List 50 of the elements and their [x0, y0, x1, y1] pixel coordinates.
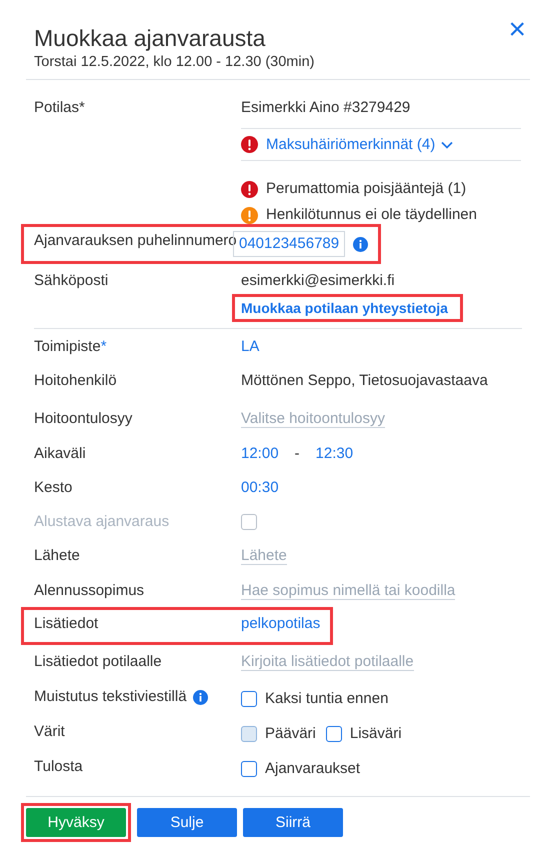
field-label: Muistutus tekstiviestillä	[34, 687, 187, 707]
field-label: Alustava ajanvaraus	[34, 512, 170, 532]
info-icon[interactable]	[353, 236, 368, 252]
checkbox-label: Pääväri	[265, 724, 316, 744]
field-label: Toimipiste*	[34, 337, 107, 357]
field-value-link[interactable]: 00:30	[241, 478, 522, 498]
field-label: Kesto	[34, 478, 72, 498]
checkbox[interactable]	[241, 691, 257, 707]
input-field[interactable]: Kirjoita lisätiedot potilaalle	[241, 653, 414, 671]
start-time[interactable]: 12:00	[241, 444, 279, 464]
input-field[interactable]: Lähete	[241, 547, 287, 565]
dialog-subtitle: Torstai 12.5.2022, klo 12.00 - 12.30 (30min)	[34, 54, 314, 70]
field-label: Sähköposti	[34, 271, 108, 291]
checkbox[interactable]	[241, 761, 257, 777]
field-label: Hoitohenkilö	[34, 371, 117, 391]
action-button[interactable]: Sulje	[137, 808, 237, 837]
error-icon	[241, 136, 258, 153]
info-icon[interactable]	[192, 690, 208, 704]
chevron-down-icon	[441, 140, 454, 148]
input-field[interactable]: Hae sopimus nimellä tai koodilla	[241, 582, 456, 600]
warning-text: Perumattomia poisjääntejä (1)	[266, 179, 466, 199]
payment-dropdown[interactable]: Maksuhäiriömerkinnät (4)	[266, 136, 454, 153]
close-button[interactable]: ×	[508, 18, 526, 42]
checkbox-label: Ajanvaraukset	[265, 759, 360, 779]
field-label: Lisätiedot potilaalle	[34, 652, 162, 672]
email-value: esimerkki@esimerkki.fi	[241, 271, 396, 291]
field-label: Tulosta	[34, 757, 83, 777]
field-label: Lähete	[34, 546, 80, 566]
field-label: Hoitoontulosyy	[34, 409, 132, 429]
field-label: Aikaväli	[34, 444, 86, 464]
checkbox-label: Kaksi tuntia ennen	[265, 689, 388, 709]
time-separator: -	[294, 444, 300, 464]
field-label: Alennussopimus	[34, 581, 144, 601]
end-time[interactable]: 12:30	[316, 444, 354, 464]
checkbox[interactable]	[241, 726, 257, 742]
dialog-title: Muokkaa ajanvarausta	[34, 24, 266, 52]
warning-text: Henkilötunnus ei ole täydellinen	[266, 205, 477, 225]
action-button[interactable]: Siirrä	[243, 808, 343, 837]
field-label: Potilas*	[34, 98, 85, 118]
edit-contact-link[interactable]: Muokkaa potilaan yhteystietoja	[235, 297, 460, 319]
checkbox[interactable]	[326, 726, 342, 742]
input-field[interactable]: Valitse hoitoontulosyy	[241, 410, 385, 428]
checkbox-label: Lisäväri	[350, 724, 402, 744]
field-value-link[interactable]: pelkopotilas	[241, 614, 320, 634]
action-button[interactable]: Hyväksy	[26, 808, 126, 837]
field-value-link[interactable]: LA	[241, 337, 522, 357]
field-label: Lisätiedot	[34, 614, 98, 634]
field-label: Värit	[34, 722, 65, 742]
patient-name: Esimerkki Aino #3279429	[241, 98, 412, 118]
field-value: Möttönen Seppo, Tietosuojavastaava	[241, 371, 489, 391]
